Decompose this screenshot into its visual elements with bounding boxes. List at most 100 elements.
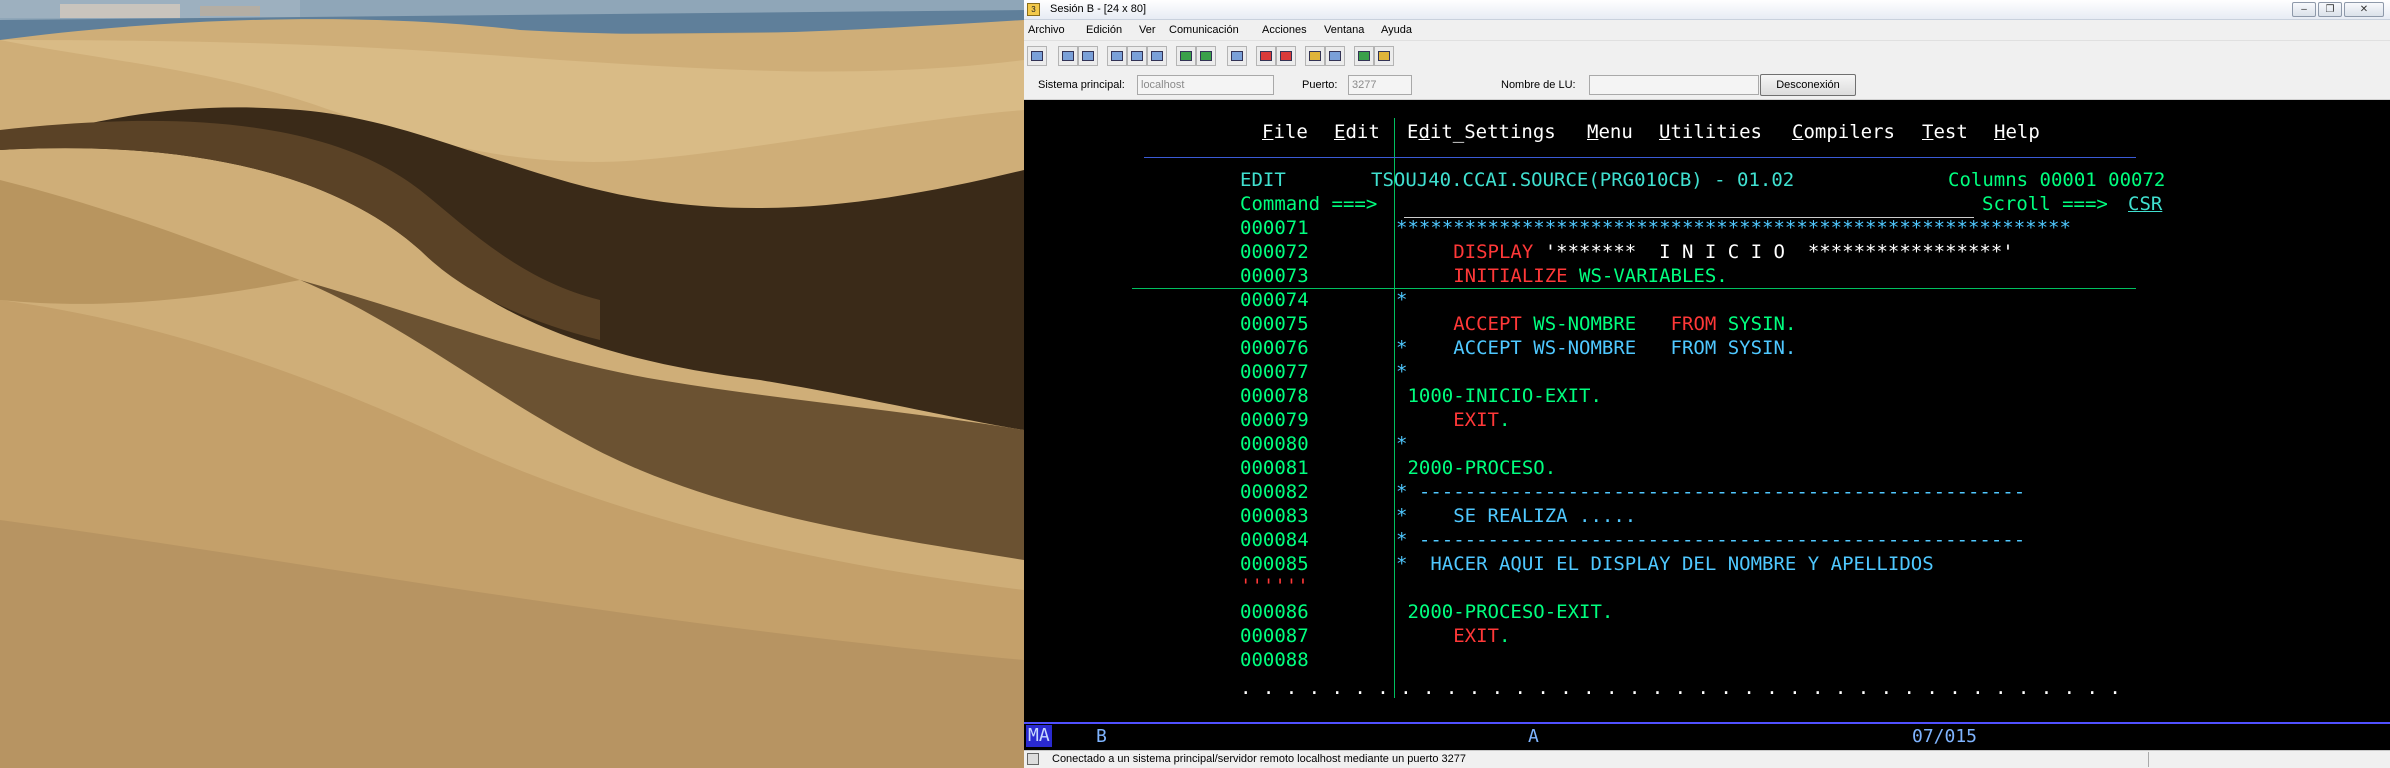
menu-bar: Archivo Edición Ver Comunicación Accione… [1024,20,2390,40]
connect-icon[interactable] [1354,46,1374,66]
line-number[interactable]: 000079 [1240,408,1309,432]
line-number[interactable]: 000087 [1240,624,1309,648]
emulator-window: 3 Sesión B - [24 x 80] ‒ ❐ ✕ Archivo Edi… [1024,0,2390,768]
oia-a: A [1528,726,1539,747]
source-line[interactable]: EXIT. [1396,624,1510,648]
tag-icon[interactable] [1374,46,1394,66]
menu-ayuda[interactable]: Ayuda [1381,24,1412,36]
lu-label: Nombre de LU: [1501,79,1576,91]
transfer-icon[interactable] [1305,46,1325,66]
source-line[interactable]: * --------------------------------------… [1396,528,2025,552]
maximize-button[interactable]: ❐ [2318,2,2342,17]
line-number[interactable]: 000072 [1240,240,1309,264]
line-number[interactable]: 000076 [1240,336,1309,360]
source-line[interactable]: * --------------------------------------… [1396,480,2025,504]
edit-mode: EDIT [1240,169,1286,191]
source-line[interactable]: 1000-INICIO-EXIT. [1396,384,1601,408]
line-number[interactable]: 000074 [1240,288,1309,312]
scroll-field[interactable]: CSR [2128,192,2162,216]
line-number[interactable]: 000080 [1240,432,1309,456]
line-number[interactable]: 000083 [1240,504,1309,528]
settings-icon[interactable] [1325,46,1345,66]
minimize-button[interactable]: ‒ [2292,2,2316,17]
print-icon[interactable] [1107,46,1127,66]
send-icon[interactable] [1127,46,1147,66]
source-line[interactable]: DISPLAY '******* I N I C I O ***********… [1396,240,2014,264]
cursor-position: 07/015 [1912,726,1978,747]
line-number[interactable]: 000082 [1240,480,1309,504]
ispf-menu-utilities[interactable]: Utilities [1659,120,1762,144]
command-prompt: Command ===> [1240,193,1378,215]
close-button[interactable]: ✕ [2344,2,2384,17]
display-icon[interactable] [1176,46,1196,66]
ispf-menu-edit-settings[interactable]: Edit_Settings [1407,120,1556,144]
source-line[interactable]: 2000-PROCESO-EXIT. [1396,600,1613,624]
toolbar [1024,40,2390,70]
connection-icon [1027,753,1039,765]
status-message: Conectado a un sistema principal/servido… [1052,753,1466,765]
menu-acciones[interactable]: Acciones [1262,24,1307,36]
title-bar: 3 Sesión B - [24 x 80] ‒ ❐ ✕ [1024,0,2390,20]
line-number[interactable]: 000085 [1240,552,1309,576]
menu-ventana[interactable]: Ventana [1324,24,1364,36]
line-number[interactable]: 000084 [1240,528,1309,552]
source-line[interactable]: INITIALIZE WS-VARIABLES. [1396,264,1728,288]
menu-archivo[interactable]: Archivo [1028,24,1065,36]
host-field[interactable]: localhost [1137,75,1274,95]
line-number[interactable]: 000075 [1240,312,1309,336]
source-line[interactable]: ****************************************… [1396,216,2071,240]
source-line[interactable]: EXIT. [1396,408,1510,432]
source-line[interactable]: * HACER AQUI EL DISPLAY DEL NOMBRE Y APE… [1396,552,1934,576]
app-icon: 3 [1027,3,1040,16]
ispf-menu-menu[interactable]: Menu [1587,120,1633,144]
source-line[interactable]: * ACCEPT WS-NOMBRE FROM SYSIN. [1396,336,1796,360]
copy-icon[interactable] [1058,46,1078,66]
port-label: Puerto: [1302,79,1338,91]
source-line[interactable]: * [1396,432,1407,456]
ispf-menu-file[interactable]: File [1262,120,1308,144]
scroll-prompt: Scroll ===> [1982,193,2108,215]
line-number[interactable]: 000078 [1240,384,1309,408]
line-number[interactable]: 000081 [1240,456,1309,480]
ispf-menu-help[interactable]: Help [1994,120,2040,144]
source-line[interactable]: * SE REALIZA ..... [1396,504,1636,528]
keypad-icon[interactable] [1196,46,1216,66]
port-field[interactable]: 3277 [1348,75,1412,95]
disconnect-button[interactable]: Desconexión [1760,74,1856,96]
line-number-insert[interactable]: '''''' [1240,574,1309,598]
record-icon[interactable] [1256,46,1276,66]
macro-icon[interactable] [1227,46,1247,66]
source-line[interactable]: 2000-PROCESO. [1396,456,1556,480]
menu-edicion[interactable]: Edición [1086,24,1122,36]
session-icon[interactable] [1027,46,1047,66]
source-line[interactable]: * [1396,288,1407,312]
connection-bar: Sistema principal: localhost Puerto: 327… [1024,70,2390,100]
menu-ver[interactable]: Ver [1139,24,1156,36]
ispf-menu-test[interactable]: Test [1922,120,1968,144]
paste-icon[interactable] [1078,46,1098,66]
dotted-separator: . . . . . . . . . . . . . . . . . . . . … [1240,677,2121,699]
line-number[interactable]: 000086 [1240,600,1309,624]
dataset-name: TSOUJ40.CCAI.SOURCE(PRG010CB) - 01.02 [1371,169,1795,191]
receive-icon[interactable] [1147,46,1167,66]
line-number[interactable]: 000073 [1240,264,1309,288]
line-number[interactable]: 000077 [1240,360,1309,384]
line-number[interactable]: 000071 [1240,216,1309,240]
sand-dunes-image [0,0,1024,768]
status-bar: Conectado a un sistema principal/servido… [1024,750,2390,768]
desktop-wallpaper [0,0,1024,768]
menu-comunicacion[interactable]: Comunicación [1169,24,1239,36]
lu-field[interactable] [1589,75,1759,95]
line-number[interactable]: 000088 [1240,648,1309,672]
operator-info-area: MA B A 07/015 [1024,722,2390,748]
source-line[interactable]: * [1396,360,1407,384]
ispf-menu-edit[interactable]: Edit [1334,120,1380,144]
terminal-screen[interactable]: File Edit Edit_Settings Menu Utilities C… [1024,100,2390,720]
oia-b: B [1096,726,1107,747]
ispf-menu-compilers[interactable]: Compilers [1792,120,1895,144]
host-label: Sistema principal: [1038,79,1125,91]
stop-icon[interactable] [1276,46,1296,66]
columns-indicator: Columns 00001 00072 [1948,169,2166,191]
oia-ma: MA [1026,725,1052,747]
source-line[interactable]: ACCEPT WS-NOMBRE FROM SYSIN. [1396,312,1796,336]
